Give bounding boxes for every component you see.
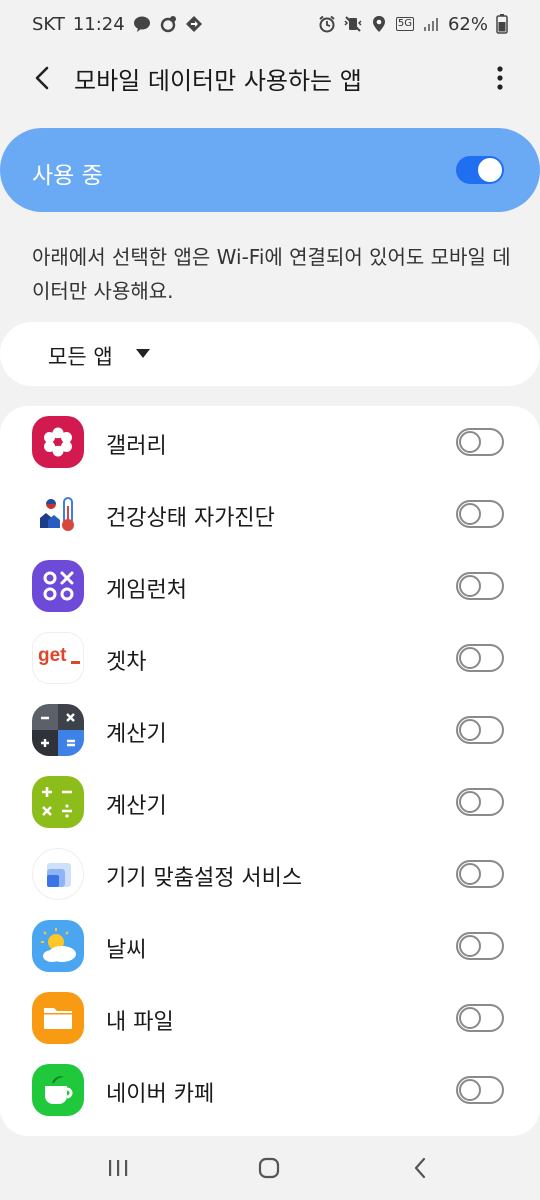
battery-icon [496,14,508,34]
getcha-underline [71,661,80,664]
app-toggle[interactable] [456,1076,504,1104]
customization-service-icon [32,848,84,900]
app-toggle[interactable] [456,860,504,888]
filter-selected-label: 모든 앱 [48,345,113,369]
app-toggle[interactable] [456,1004,504,1032]
talk-icon [133,16,150,32]
list-item[interactable]: 네이버 카페 [0,1054,540,1126]
recents-button[interactable] [98,1150,138,1186]
master-switch-toggle[interactable] [456,156,504,184]
back-button[interactable] [24,60,60,96]
app-name: 게임런처 [106,578,187,603]
gallery-icon [32,416,84,468]
app-name: 내 파일 [106,1010,174,1035]
switch-knob [459,431,481,453]
app-name: 겟차 [106,650,147,675]
app-name: 건강상태 자가진단 [106,506,275,531]
app-toggle[interactable] [456,644,504,672]
app-name: 날씨 [106,938,147,963]
location-share-icon [160,16,176,33]
app-toggle[interactable] [456,500,504,528]
recents-icon [109,1160,128,1176]
switch-knob [459,503,481,525]
network-label: 5G [397,18,412,29]
my-files-icon [32,992,84,1044]
list-item[interactable]: 게임런처 [0,550,540,622]
nav-back-icon [414,1157,426,1179]
calculator-icon [32,704,84,756]
battery-label: 62% [447,13,488,35]
app-filter-dropdown[interactable]: 모든 앱 [0,322,540,386]
getcha-logo-text: get [38,645,67,666]
app-toggle[interactable] [456,428,504,456]
master-switch-label: 사용 중 [32,163,103,189]
health-check-icon [32,488,84,540]
list-item[interactable]: 건강상태 자가진단 [0,478,540,550]
vibrate-mute-icon [344,16,362,32]
switch-knob [459,647,481,669]
status-time: 11:24 [72,13,125,35]
app-list: 갤러리 건강상태 자가진단 게임런처 get 겟차 계산기 계산기 기기 맞춤설… [0,406,540,1136]
signal-icon [423,18,438,31]
getcha-icon: get [32,632,84,684]
list-item[interactable]: 계산기 [0,766,540,838]
app-bar: 모바일 데이터만 사용하는 앱 [0,48,540,106]
list-item[interactable]: 갤러리 [0,406,540,478]
list-item[interactable]: 내 파일 [0,982,540,1054]
switch-knob [459,791,481,813]
home-icon [258,1157,280,1179]
dropdown-arrow-icon [136,349,150,358]
network-5g-icon: 5G [395,17,414,31]
app-name: 갤러리 [106,434,167,459]
home-button[interactable] [249,1150,289,1186]
status-left: SKT 11:24 [32,14,203,35]
app-name: 계산기 [106,794,167,819]
app-toggle[interactable] [456,572,504,600]
navigation-icon [185,16,202,32]
app-toggle[interactable] [456,932,504,960]
carrier-label: SKT [32,13,65,35]
switch-knob [459,863,481,885]
list-item[interactable]: 날씨 [0,910,540,982]
switch-knob [459,719,481,741]
nav-back-button[interactable] [400,1150,440,1186]
list-item[interactable]: 기기 맞춤설정 서비스 [0,838,540,910]
switch-knob [459,1007,481,1029]
more-vert-icon [497,66,503,90]
page-title: 모바일 데이터만 사용하는 앱 [74,67,362,95]
list-item[interactable]: get 겟차 [0,622,540,694]
calculator-green-icon [32,776,84,828]
switch-knob [459,935,481,957]
game-launcher-icon [32,560,84,612]
location-icon [372,16,385,32]
app-name: 계산기 [106,722,167,747]
more-options-button[interactable] [488,60,512,96]
status-bar: SKT 11:24 5G 62% [0,0,540,48]
app-name: 기기 맞춤설정 서비스 [106,866,303,891]
switch-knob [459,1079,481,1101]
description-text: 아래에서 선택한 앱은 Wi-Fi에 연결되어 있어도 모바일 데이터만 사용해… [32,245,511,303]
naver-cafe-icon [32,1064,84,1116]
status-right: 5G 62% [318,14,508,35]
app-name: 네이버 카페 [106,1082,215,1107]
switch-knob [459,575,481,597]
weather-icon [32,920,84,972]
list-item[interactable]: 계산기 [0,694,540,766]
app-toggle[interactable] [456,788,504,816]
navigation-bar [0,1136,540,1200]
switch-knob [478,158,502,182]
alarm-icon [319,15,335,33]
back-arrow-icon [35,66,49,90]
app-toggle[interactable] [456,716,504,744]
